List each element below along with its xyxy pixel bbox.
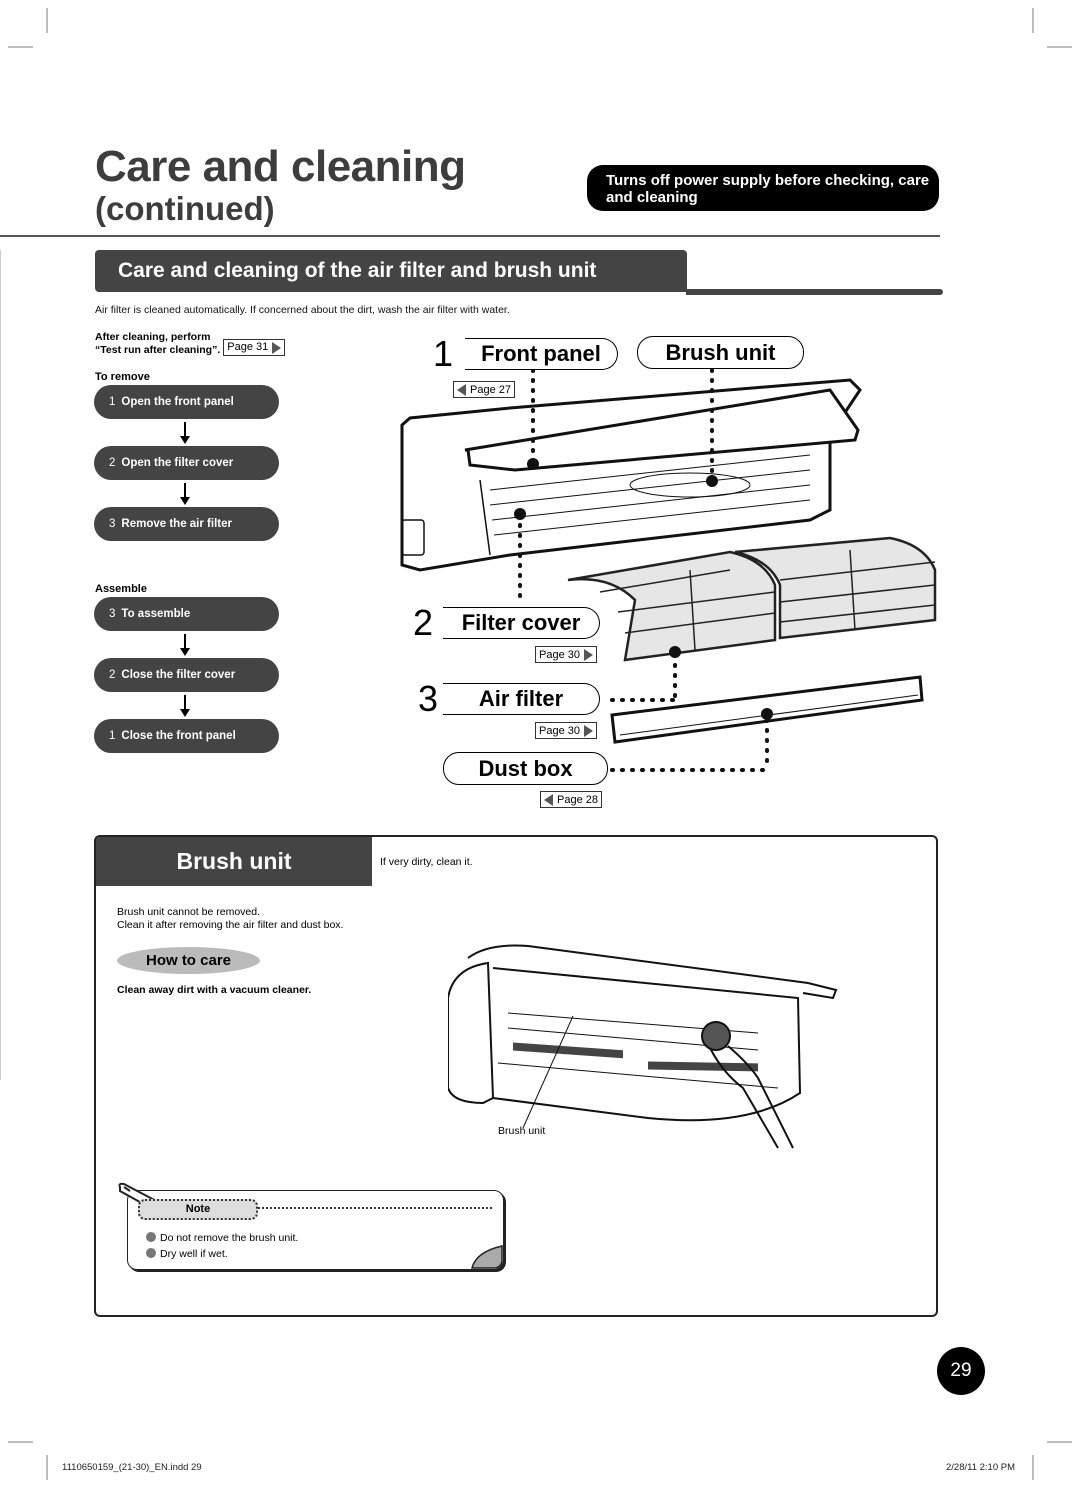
- bullet-icon: [146, 1232, 156, 1242]
- crop-mark: [1047, 1441, 1072, 1443]
- description-line: Clean it after removing the air filter a…: [117, 919, 344, 931]
- arrow-left-icon: [457, 383, 466, 396]
- note-label: Note: [138, 1199, 258, 1220]
- step-number: 1: [109, 396, 116, 408]
- remove-step-3: 3 Remove the air filter: [94, 507, 279, 541]
- arrow-down-icon: [180, 483, 190, 505]
- page-reference-text: Page 28: [557, 793, 598, 806]
- vacuum-cleaning-illustration: [448, 944, 838, 1149]
- callout-number-3: 3: [418, 678, 439, 719]
- callout-number-2: 2: [413, 602, 434, 643]
- note-item: Do not remove the brush unit.: [146, 1230, 298, 1246]
- page-reference-text: Page 31: [227, 341, 269, 353]
- crop-mark: [8, 1441, 33, 1443]
- crop-mark: [1032, 1455, 1034, 1480]
- page-curl-icon: [471, 1245, 503, 1269]
- crop-mark: [46, 1455, 48, 1480]
- note-divider: [258, 1207, 492, 1209]
- callout-filter-cover: Filter cover: [443, 607, 600, 639]
- arrow-down-icon: [180, 422, 190, 444]
- remove-step-1: 1 Open the front panel: [94, 385, 279, 419]
- step-text: Remove the air filter: [121, 518, 232, 530]
- section-title: Care and cleaning of the air filter and …: [95, 250, 687, 292]
- page-reference-text: Page 27: [470, 383, 511, 396]
- assemble-label: Assemble: [95, 583, 147, 595]
- footer-filename: 1110650159_(21-30)_EN.indd 29: [62, 1462, 202, 1473]
- page-title: Care and cleaning: [95, 142, 466, 191]
- arrow-down-icon: [180, 695, 190, 717]
- crop-mark: [1032, 8, 1034, 33]
- brush-unit-condition: If very dirty, clean it.: [380, 856, 473, 868]
- header-divider: [0, 235, 940, 237]
- callout-air-filter: Air filter: [443, 683, 600, 715]
- callout-front-panel: Front panel: [465, 338, 618, 370]
- page-reference-text: Page 30: [539, 648, 580, 661]
- page-number-badge: 29: [937, 1347, 985, 1395]
- remove-step-2: 2 Open the filter cover: [94, 446, 279, 480]
- brush-unit-title: Brush unit: [96, 837, 372, 886]
- step-number: 3: [109, 518, 116, 530]
- brush-unit-figure-label: Brush unit: [498, 1125, 546, 1137]
- indoor-unit-illustration: [400, 378, 862, 572]
- callout-number-1: 1: [433, 333, 454, 374]
- step-text: Close the front panel: [121, 730, 236, 742]
- page-subtitle: (continued): [95, 190, 275, 227]
- note-item: Dry well if wet.: [146, 1246, 298, 1262]
- power-warning-badge: Turns off power supply before checking, …: [587, 165, 939, 211]
- after-cleaning-line2: “Test run after cleaning”.: [95, 344, 221, 356]
- footer-datetime: 2/28/11 2:10 PM: [946, 1462, 1016, 1473]
- callout-brush-unit: Brush unit: [637, 336, 804, 369]
- bullet-icon: [146, 1248, 156, 1258]
- how-to-care-badge: How to care: [117, 947, 260, 974]
- note-list: Do not remove the brush unit. Dry well i…: [146, 1230, 298, 1262]
- arrow-right-icon: [272, 341, 282, 354]
- step-number: 3: [109, 608, 116, 620]
- callout-dust-box: Dust box: [443, 752, 608, 785]
- arrow-left-icon: [544, 793, 553, 806]
- page-reference-link[interactable]: Page 30: [535, 722, 597, 739]
- remove-label: To remove: [95, 371, 150, 383]
- crop-mark: [1047, 46, 1072, 48]
- step-number: 1: [109, 730, 116, 742]
- note-item-text: Do not remove the brush unit.: [160, 1232, 299, 1244]
- page-reference-link[interactable]: Page 31: [223, 339, 286, 356]
- crop-mark: [8, 46, 33, 48]
- crop-mark: [46, 8, 48, 33]
- after-cleaning-note: After cleaning, perform “Test run after …: [95, 331, 286, 357]
- step-text: To assemble: [121, 608, 191, 620]
- care-instruction: Clean away dirt with a vacuum cleaner.: [117, 984, 312, 996]
- assemble-step-3: 3 To assemble: [94, 597, 279, 631]
- description-line: Brush unit cannot be removed.: [117, 906, 261, 918]
- step-number: 2: [109, 669, 116, 681]
- brush-unit-description: Brush unit cannot be removed. Clean it a…: [117, 906, 343, 932]
- air-filter-illustration: [567, 536, 937, 662]
- step-number: 2: [109, 457, 116, 469]
- page-reference-link[interactable]: Page 30: [535, 646, 597, 663]
- arrow-right-icon: [583, 724, 593, 737]
- assemble-step-1: 1 Close the front panel: [94, 719, 279, 753]
- note-item-text: Dry well if wet.: [160, 1248, 228, 1260]
- page-reference-link[interactable]: Page 28: [540, 791, 602, 808]
- assemble-step-2: 2 Close the filter cover: [94, 658, 279, 692]
- arrow-down-icon: [180, 634, 190, 656]
- step-text: Open the filter cover: [121, 457, 234, 469]
- step-text: Close the filter cover: [121, 669, 236, 681]
- page-reference-link[interactable]: Page 27: [453, 381, 515, 398]
- margin-line: [0, 250, 1, 1080]
- section-intro: Air filter is cleaned automatically. If …: [95, 304, 510, 316]
- section-title-bar: [686, 289, 943, 295]
- page-reference-text: Page 30: [539, 724, 580, 737]
- arrow-right-icon: [583, 648, 593, 661]
- step-text: Open the front panel: [121, 396, 234, 408]
